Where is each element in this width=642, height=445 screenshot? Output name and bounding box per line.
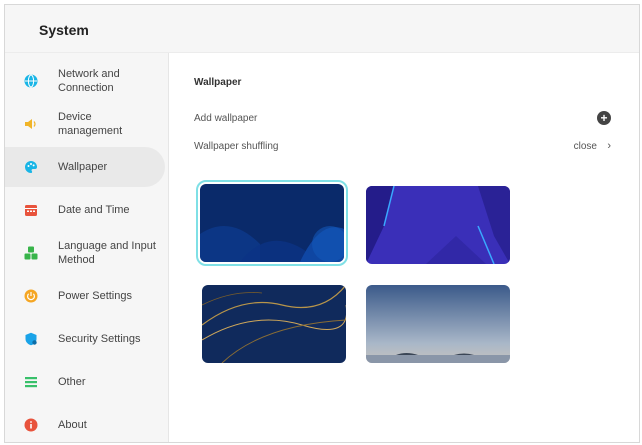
sidebar-item-label: Wallpaper — [58, 161, 108, 173]
sidebar-item-label: Network and Connection — [58, 68, 120, 94]
globe-icon — [24, 74, 38, 88]
sidebar-item-date-time[interactable]: Date and Time — [5, 190, 165, 230]
palette-icon — [24, 160, 38, 174]
page-title: System — [39, 22, 89, 38]
sidebar-item-device-management[interactable]: Device management — [5, 104, 165, 144]
wallpaper-thumb-dark-blue[interactable] — [196, 180, 348, 266]
sidebar-item-label: Language and Input Method — [58, 240, 156, 266]
add-wallpaper-label: Add wallpaper — [194, 113, 258, 124]
wallpaper-thumb-indigo[interactable] — [366, 186, 510, 264]
sidebar-item-wallpaper[interactable]: Wallpaper — [5, 147, 165, 187]
sidebar-item-about[interactable]: About — [5, 405, 165, 442]
chevron-right-icon[interactable]: › — [607, 140, 611, 152]
sidebar-item-label: Date and Time — [58, 204, 130, 216]
shield-icon — [24, 332, 38, 346]
main-content: Wallpaper Add wallpaper + Wallpaper shuf… — [170, 53, 639, 442]
sidebar-item-label: Device management — [58, 111, 123, 137]
sidebar-item-label: Power Settings — [58, 290, 132, 302]
sidebar-item-security[interactable]: Security Settings — [5, 319, 165, 359]
speaker-icon — [24, 117, 38, 131]
sidebar-item-power[interactable]: Power Settings — [5, 276, 165, 316]
settings-window: System Network and Connection Device man… — [4, 4, 640, 443]
sidebar-item-other[interactable]: Other — [5, 362, 165, 402]
section-title: Wallpaper — [194, 77, 242, 88]
sidebar-item-label: Other — [58, 376, 86, 388]
calendar-icon — [24, 203, 38, 217]
power-icon — [24, 289, 38, 303]
add-wallpaper-button[interactable]: + — [597, 111, 611, 125]
list-icon — [24, 375, 38, 389]
info-icon — [24, 418, 38, 432]
sidebar-item-network[interactable]: Network and Connection — [5, 61, 165, 101]
wallpaper-shuffling-label: Wallpaper shuffling — [194, 141, 279, 152]
header-bar: System — [5, 5, 639, 53]
sidebar-item-label: About — [58, 419, 87, 431]
wallpaper-thumb-gold-lines[interactable] — [202, 285, 346, 363]
sidebar-item-language-input[interactable]: Language and Input Method — [5, 233, 165, 273]
shuffle-value[interactable]: close — [574, 141, 597, 152]
sidebar-item-label: Security Settings — [58, 333, 141, 345]
sidebar: Network and Connection Device management… — [5, 53, 169, 442]
wallpaper-thumb-dusk-lake[interactable] — [366, 285, 510, 363]
language-icon — [24, 246, 38, 260]
